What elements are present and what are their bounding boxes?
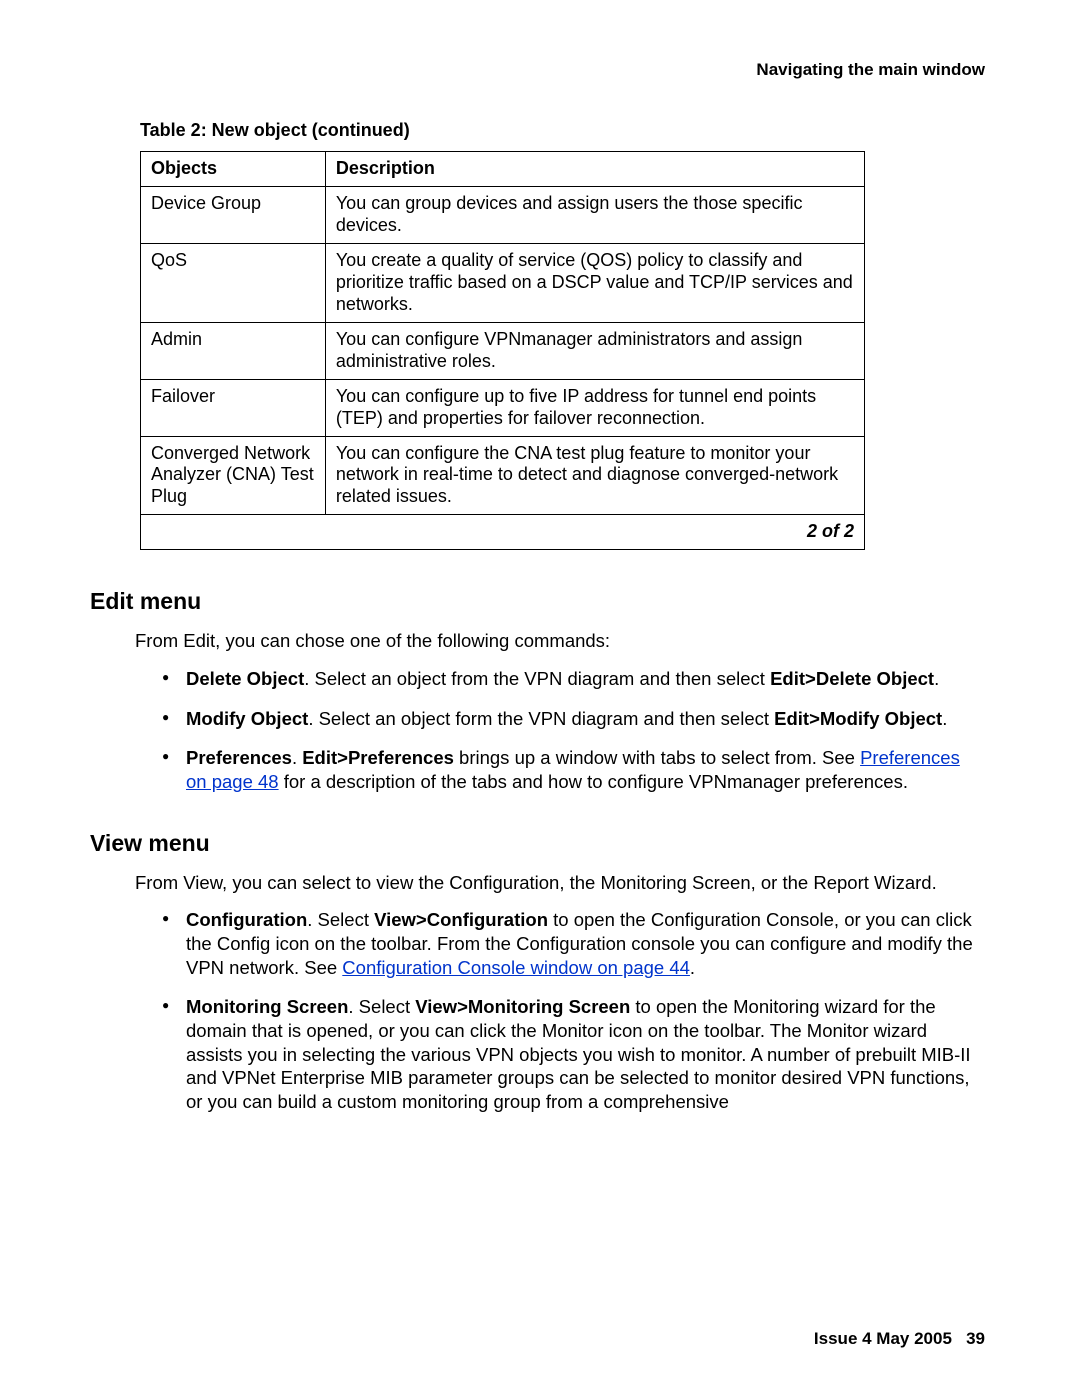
text: . <box>934 668 939 689</box>
term: Monitoring Screen <box>186 996 348 1017</box>
text: for a description of the tabs and how to… <box>279 771 908 792</box>
list-item: Preferences. Edit>Preferences brings up … <box>162 746 985 793</box>
text: . Select <box>307 909 374 930</box>
term: Delete Object <box>186 668 304 689</box>
command: Edit>Preferences <box>302 747 454 768</box>
command: Edit>Delete Object <box>770 668 934 689</box>
col-header-objects: Objects <box>141 152 326 187</box>
new-object-table: Objects Description Device Group You can… <box>140 151 865 550</box>
cell-desc: You can configure VPNmanager administrat… <box>325 322 864 379</box>
cell-object: Device Group <box>141 186 326 243</box>
table-row: Converged Network Analyzer (CNA) Test Pl… <box>141 436 865 515</box>
heading-edit-menu: Edit menu <box>90 588 985 615</box>
col-header-description: Description <box>325 152 864 187</box>
heading-view-menu: View menu <box>90 830 985 857</box>
table-row: QoS You create a quality of service (QOS… <box>141 243 865 322</box>
table-paging: 2 of 2 <box>141 515 865 550</box>
table-paging-row: 2 of 2 <box>141 515 865 550</box>
command: View>Configuration <box>374 909 548 930</box>
cell-object: Converged Network Analyzer (CNA) Test Pl… <box>141 436 326 515</box>
command: View>Monitoring Screen <box>415 996 630 1017</box>
table-header-row: Objects Description <box>141 152 865 187</box>
table-row: Failover You can configure up to five IP… <box>141 379 865 436</box>
table-row: Device Group You can group devices and a… <box>141 186 865 243</box>
link-config-console[interactable]: Configuration Console window on page 44 <box>342 957 690 978</box>
cell-object: Failover <box>141 379 326 436</box>
text: . <box>292 747 302 768</box>
text: . Select <box>348 996 415 1017</box>
cell-desc: You can configure up to five IP address … <box>325 379 864 436</box>
text: brings up a window with tabs to select f… <box>454 747 860 768</box>
edit-intro: From Edit, you can chose one of the foll… <box>135 629 985 653</box>
table-row: Admin You can configure VPNmanager admin… <box>141 322 865 379</box>
cell-desc: You can configure the CNA test plug feat… <box>325 436 864 515</box>
list-item: Modify Object. Select an object form the… <box>162 707 985 731</box>
page-number: 39 <box>966 1329 985 1348</box>
cell-object: Admin <box>141 322 326 379</box>
list-item: Monitoring Screen. Select View>Monitorin… <box>162 995 985 1113</box>
text: . <box>690 957 695 978</box>
issue-label: Issue 4 May 2005 <box>814 1329 952 1348</box>
term: Modify Object <box>186 708 308 729</box>
document-page: Navigating the main window Table 2: New … <box>0 0 1080 1397</box>
page-footer: Issue 4 May 2005 39 <box>814 1329 985 1349</box>
command: Edit>Modify Object <box>774 708 942 729</box>
view-intro: From View, you can select to view the Co… <box>135 871 985 895</box>
table-caption: Table 2: New object (continued) <box>140 120 985 141</box>
cell-desc: You create a quality of service (QOS) po… <box>325 243 864 322</box>
cell-object: QoS <box>141 243 326 322</box>
term: Configuration <box>186 909 307 930</box>
term: Preferences <box>186 747 292 768</box>
list-item: Delete Object. Select an object from the… <box>162 667 985 691</box>
edit-list: Delete Object. Select an object from the… <box>162 667 985 794</box>
text: . <box>942 708 947 729</box>
view-list: Configuration. Select View>Configuration… <box>162 908 985 1113</box>
text: . Select an object form the VPN diagram … <box>308 708 774 729</box>
running-head: Navigating the main window <box>90 60 985 80</box>
list-item: Configuration. Select View>Configuration… <box>162 908 985 979</box>
text: . Select an object from the VPN diagram … <box>304 668 770 689</box>
cell-desc: You can group devices and assign users t… <box>325 186 864 243</box>
